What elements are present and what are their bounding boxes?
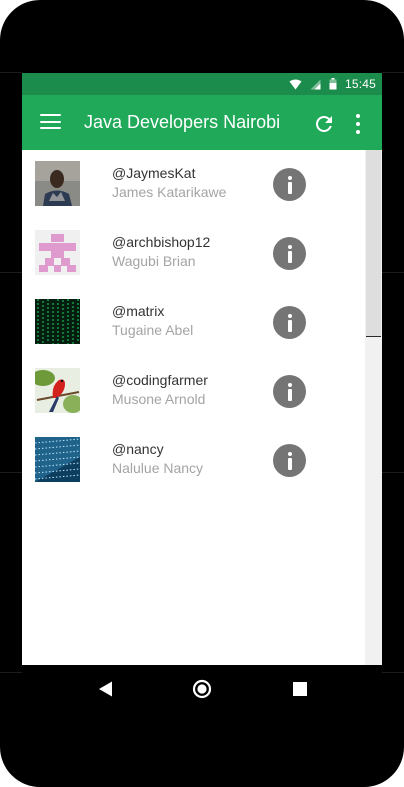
info-button[interactable] — [273, 375, 306, 408]
bezel-line — [382, 272, 404, 273]
avatar — [35, 437, 80, 482]
list-item[interactable]: @codingfarmer Musone Arnold — [22, 357, 365, 426]
app-title: Java Developers Nairobi — [84, 112, 281, 132]
avatar — [35, 161, 80, 206]
back-button[interactable] — [95, 678, 117, 700]
full-name: Nalulue Nancy — [112, 460, 204, 476]
battery-icon — [329, 78, 337, 90]
recents-button[interactable] — [289, 678, 311, 700]
signal-icon — [310, 79, 321, 89]
full-name: Tugaine Abel — [112, 322, 194, 338]
hamburger-menu-icon[interactable] — [40, 113, 62, 131]
bezel-line — [382, 72, 404, 73]
refresh-icon — [315, 115, 332, 132]
app-bar: Java Developers Nairobi — [22, 95, 382, 150]
pink-identicon-image — [35, 230, 80, 275]
info-button[interactable] — [273, 237, 306, 270]
bezel-line — [0, 72, 22, 73]
back-icon — [99, 681, 112, 697]
avatar — [35, 230, 80, 275]
status-icons: 15:45 — [289, 73, 376, 95]
full-name: Musone Arnold — [112, 391, 206, 407]
recents-icon — [293, 682, 307, 696]
bezel-line — [0, 272, 22, 273]
bezel-line — [382, 672, 404, 673]
profile-photo-image — [35, 161, 80, 206]
app-screen: 15:45 Java Developers Nairobi @JaymesKat… — [22, 73, 382, 665]
username: @JaymesKat — [112, 165, 196, 181]
username: @nancy — [112, 441, 164, 457]
red-bird-photo-image — [35, 368, 80, 413]
overflow-menu-icon[interactable] — [353, 112, 363, 136]
list-item[interactable]: @JaymesKat James Katarikawe — [22, 150, 365, 219]
username: @matrix — [112, 303, 165, 319]
bezel-line — [0, 672, 22, 673]
home-icon — [192, 679, 212, 699]
list-item[interactable]: @archbishop12 Wagubi Brian — [22, 219, 365, 288]
developer-list: @JaymesKat James Katarikawe @archbishop1… — [22, 150, 365, 665]
username: @archbishop12 — [112, 234, 211, 250]
info-button[interactable] — [273, 168, 306, 201]
home-button[interactable] — [191, 678, 213, 700]
refresh-button[interactable] — [312, 112, 336, 136]
avatar — [35, 299, 80, 344]
status-bar: 15:45 — [22, 73, 382, 95]
matrix-code-image — [35, 299, 80, 344]
full-name: Wagubi Brian — [112, 253, 196, 269]
scrollbar-thumb[interactable] — [366, 150, 381, 337]
navigation-bar — [22, 665, 382, 713]
scrollbar[interactable] — [365, 150, 382, 665]
list-item[interactable]: @matrix Tugaine Abel — [22, 288, 365, 357]
avatar — [35, 368, 80, 413]
bezel-line — [382, 472, 404, 473]
full-name: James Katarikawe — [112, 184, 227, 200]
username: @codingfarmer — [112, 372, 208, 388]
bezel-line — [0, 472, 22, 473]
info-button[interactable] — [273, 444, 306, 477]
list-item[interactable]: @nancy Nalulue Nancy — [22, 426, 365, 495]
wifi-icon — [289, 79, 302, 89]
info-button[interactable] — [273, 306, 306, 339]
status-time: 15:45 — [344, 77, 376, 91]
binary-code-image — [35, 437, 80, 482]
